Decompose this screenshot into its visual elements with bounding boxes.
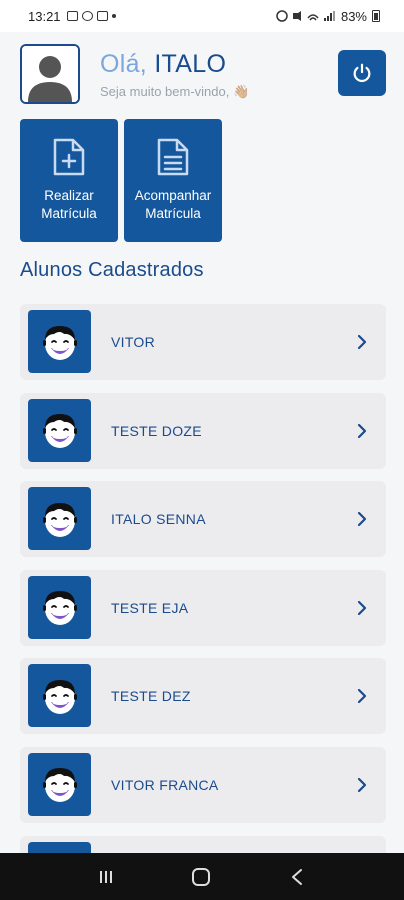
file-add-icon xyxy=(53,138,85,176)
student-name: VITOR FRANCA xyxy=(111,776,219,793)
more-notifications-icon xyxy=(111,14,116,18)
student-name: TESTE DEZ xyxy=(111,688,191,705)
smiling-face-icon xyxy=(42,414,77,449)
smiling-face-icon xyxy=(42,502,77,537)
user-silhouette-icon xyxy=(22,46,78,102)
smiling-face-icon xyxy=(42,591,77,626)
chevron-right-icon xyxy=(357,423,367,438)
chevron-right-icon xyxy=(357,777,367,793)
student-row[interactable]: VITOR xyxy=(20,304,386,380)
track-enrollment-button[interactable]: Acompanhar Matrícula xyxy=(124,119,222,242)
user-name: ITALO xyxy=(154,50,227,78)
gallery-icon xyxy=(66,11,78,21)
notification-icons xyxy=(66,11,116,21)
home-button[interactable] xyxy=(192,867,210,886)
student-avatar xyxy=(28,664,91,728)
student-row[interactable]: TESTE DOZE xyxy=(20,392,386,469)
smiling-face-icon xyxy=(42,325,77,360)
students-list: VITOR TESTE DOZE ITALO SENNA TESTE EJA T… xyxy=(20,304,386,900)
chevron-right-icon xyxy=(357,512,367,527)
app-screen: 13:21 83% Olá, ITALO Seja muito bem-vind… xyxy=(0,0,404,900)
student-avatar xyxy=(28,310,91,373)
enroll-button[interactable]: Realizar Matrícula xyxy=(20,119,118,242)
greeting: Olá, ITALO xyxy=(100,50,226,79)
smiling-face-icon xyxy=(42,679,77,714)
action-tiles: Realizar Matrícula Acompanhar Matrícula xyxy=(20,119,222,242)
whatsapp-icon xyxy=(81,11,93,21)
status-bar: 13:21 83% xyxy=(0,0,404,32)
student-row[interactable]: VITOR FRANCA xyxy=(20,746,386,823)
document-list-icon xyxy=(157,138,189,176)
section-title: Alunos Cadastrados xyxy=(20,259,204,281)
battery-percent: 83% xyxy=(340,8,367,24)
track-enrollment-label: Acompanhar Matrícula xyxy=(134,188,212,221)
back-button[interactable] xyxy=(290,868,304,886)
student-avatar xyxy=(28,398,91,462)
mail-icon xyxy=(96,11,108,21)
smiling-face-icon xyxy=(42,768,77,803)
power-icon xyxy=(353,63,371,83)
system-nav-bar xyxy=(0,853,404,900)
enroll-label: Realizar Matrícula xyxy=(41,188,97,221)
recent-apps-button[interactable] xyxy=(100,870,112,883)
student-name: VITOR xyxy=(111,334,156,350)
avatar[interactable] xyxy=(20,44,80,104)
student-name: ITALO SENNA xyxy=(111,511,206,528)
chevron-right-icon xyxy=(357,334,367,350)
chevron-right-icon xyxy=(357,689,367,704)
header: Olá, ITALO Seja muito bem-vindo, 👋🏼 xyxy=(20,44,386,106)
student-row[interactable]: ITALO SENNA xyxy=(20,481,386,558)
battery-icon xyxy=(372,10,380,22)
student-row[interactable]: TESTE DEZ xyxy=(20,658,386,735)
student-row[interactable]: TESTE EJA xyxy=(20,569,386,646)
greeting-prefix: Olá, xyxy=(100,50,148,78)
status-left: 13:21 xyxy=(28,9,116,24)
student-avatar xyxy=(28,752,91,816)
student-avatar xyxy=(28,487,91,551)
status-right: 83% xyxy=(276,9,380,24)
student-name: TESTE EJA xyxy=(111,599,189,616)
student-avatar xyxy=(28,575,91,639)
status-time: 13:21 xyxy=(28,8,61,24)
welcome-subtitle: Seja muito bem-vindo, 👋🏼 xyxy=(100,84,250,99)
student-name: TESTE DOZE xyxy=(111,422,202,439)
logout-button[interactable] xyxy=(338,50,386,96)
chevron-right-icon xyxy=(357,600,367,615)
system-status-icons xyxy=(276,10,335,22)
